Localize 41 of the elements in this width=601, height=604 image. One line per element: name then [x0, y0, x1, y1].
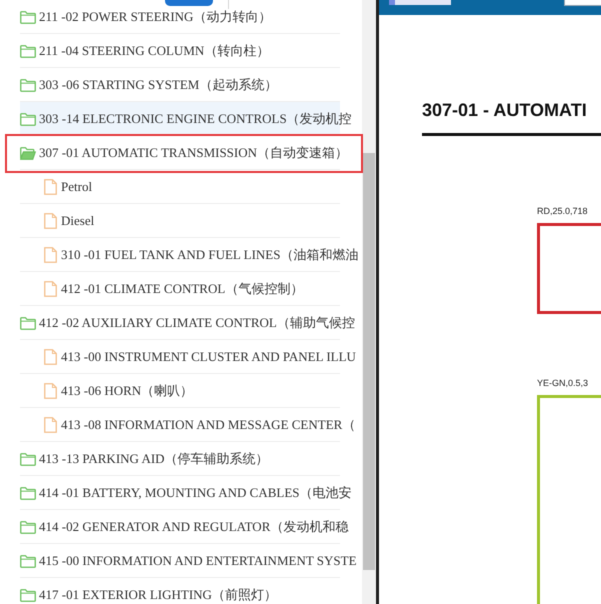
tree-item[interactable]: 307 -01 AUTOMATIC TRANSMISSION（自动变速箱） — [20, 136, 361, 170]
tree-item[interactable]: 413 -06 HORN（喇叭） — [20, 374, 362, 408]
scrollbar-thumb[interactable] — [363, 153, 375, 570]
file-icon — [44, 349, 57, 365]
tree-item[interactable]: 414 -02 GENERATOR AND REGULATOR（发动机和稳 — [20, 510, 362, 544]
folder-icon — [20, 146, 36, 160]
folder-icon — [20, 44, 36, 58]
file-icon — [44, 213, 57, 229]
tree-item[interactable]: 412 -01 CLIMATE CONTROL（气候控制） — [20, 272, 362, 306]
folder-icon — [20, 588, 36, 602]
wire-label: RD,25.0,718 — [537, 206, 589, 217]
toolbar-button[interactable] — [564, 0, 601, 6]
tree-item[interactable]: 414 -01 BATTERY, MOUNTING AND CABLES（电池安 — [20, 476, 362, 510]
folder-icon — [20, 10, 36, 24]
document-title: 307-01 - AUTOMATI — [422, 99, 588, 121]
tree-item[interactable]: 303 -06 STARTING SYSTEM（起动系统） — [20, 68, 362, 102]
tree-item[interactable]: 211 -04 STEERING COLUMN（转向柱） — [20, 34, 362, 68]
folder-icon — [20, 316, 36, 330]
folder-icon — [20, 112, 36, 126]
toolbar-button[interactable] — [389, 0, 451, 5]
folder-icon — [20, 554, 36, 568]
tree-item[interactable]: 415 -00 INFORMATION AND ENTERTAINMENT SYSTE — [20, 544, 362, 578]
search-button[interactable] — [165, 0, 213, 6]
file-icon — [44, 281, 57, 297]
file-icon — [44, 247, 57, 263]
tree-item[interactable]: 413 -00 INSTRUMENT CLUSTER AND PANEL ILLU — [20, 340, 362, 374]
wire-label: YE-GN,0.5,3 — [537, 378, 590, 389]
tree-item[interactable]: 310 -01 FUEL TANK AND FUEL LINES（油箱和燃油 — [20, 238, 362, 272]
folder-icon — [20, 78, 36, 92]
folder-icon — [20, 452, 36, 466]
tree-item[interactable]: 211 -02 POWER STEERING（动力转向） — [20, 0, 362, 34]
file-icon — [44, 179, 57, 195]
tree-item[interactable]: 413 -08 INFORMATION AND MESSAGE CENTER（ — [20, 408, 362, 442]
tree-item[interactable]: 412 -02 AUXILIARY CLIMATE CONTROL（辅助气候控 — [20, 306, 362, 340]
folder-icon — [20, 486, 36, 500]
folder-icon — [20, 520, 36, 534]
file-icon — [44, 417, 57, 433]
tree-item[interactable]: Petrol — [20, 170, 362, 204]
file-icon — [44, 383, 57, 399]
tree-item[interactable]: Diesel — [20, 204, 362, 238]
tree-item[interactable]: 413 -13 PARKING AID（停车辅助系统） — [20, 442, 362, 476]
